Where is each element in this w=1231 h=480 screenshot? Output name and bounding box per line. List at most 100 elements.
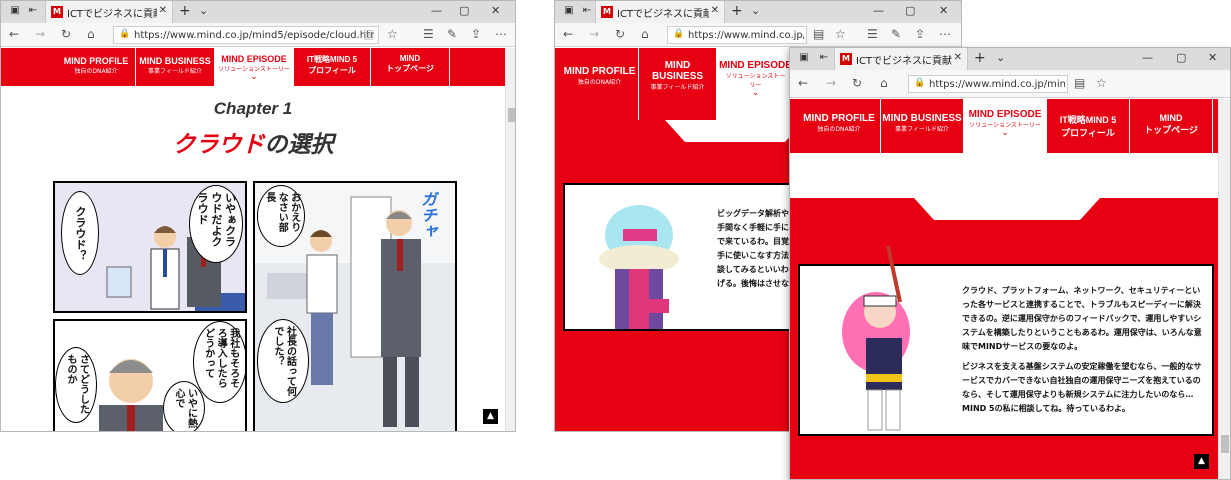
address-bar[interactable]: 🔒 https://www.mind.co.jp/mind5/episode/c… [113,26,379,44]
nav-mind-top[interactable]: MIND トップページ [1130,99,1213,153]
tab-preview-icon[interactable]: ▣ [7,4,23,18]
speech-bubble: 我社もそろそろ導入したらどうかって [193,321,245,403]
nav-mind-episode[interactable]: MIND EPISODE ソリューションストーリー ⌄ [215,48,294,86]
minimize-icon[interactable]: — [1142,51,1153,64]
scrollbar-thumb[interactable] [508,108,515,122]
reading-view-icon[interactable]: ▤ [1074,76,1085,90]
favorite-star-icon[interactable]: ☆ [1096,76,1107,90]
site-nav: MIND PROFILE 独自のDNA紹介 MIND BUSINESS 事業フィ… [1,48,505,86]
new-tab-icon[interactable]: + [974,50,986,66]
close-tab-icon[interactable]: ✕ [159,5,167,16]
address-toolbar: ← → ↻ ⌂ 🔒 https://www.mind.co.jp/mind5/e… [790,70,1230,98]
close-tab-icon[interactable]: ✕ [954,52,962,63]
back-icon[interactable]: ← [798,76,808,90]
nav-mind-profile[interactable]: MIND PROFILE 独自のDNA紹介 [561,48,639,120]
maximize-icon[interactable]: ▢ [459,4,469,17]
forward-icon[interactable]: → [589,27,599,41]
browser-window-1: ▣ ⇤ M ICTでビジネスに貢献。IT戦 ✕ + ⌄ — ▢ ✕ ← → ↻ … [0,0,516,432]
back-tabs-icon[interactable]: ⇤ [816,51,832,65]
browser-tab[interactable]: M ICTでビジネスに貢献。IT戦 ✕ [45,1,173,23]
band-notch [914,198,1100,220]
tab-title: ICTでビジネスに貢献。IT戦 [617,9,709,20]
favorite-star-icon[interactable]: ☆ [387,27,398,41]
close-window-icon[interactable]: ✕ [491,4,500,17]
browser-tab[interactable]: M ICTでビジネスに貢献。IT戦 ✕ [595,1,725,23]
notes-pen-icon[interactable]: ✎ [447,27,457,41]
share-icon[interactable]: ⇪ [471,27,481,41]
minimize-icon[interactable]: — [431,4,442,17]
nav-mind-business[interactable]: MIND BUSINESS 事業フィールド紹介 [136,48,215,86]
home-icon[interactable]: ⌂ [880,76,888,90]
chapter-title: クラウドの選択 [1,125,505,159]
nav-it5-profile[interactable]: IT戦略MIND 5 プロフィール [1047,99,1130,153]
nav-mind-profile[interactable]: MIND PROFILE 独自のDNA紹介 [57,48,136,86]
speech-bubble: いやぁクラウドだよクラウド [189,185,243,263]
page-scrollbar[interactable] [505,48,515,431]
lock-icon: 🔒 [673,29,685,39]
reading-view-icon[interactable]: ▤ [363,27,374,41]
more-icon[interactable]: ⋯ [939,27,951,41]
manga-panel-1: クラウド？ いやぁクラウドだよクラウド [53,181,247,313]
tab-preview-icon[interactable]: ▣ [561,4,577,18]
nav-mind-business[interactable]: MIND BUSINESS 事業フィールド紹介 [639,48,717,120]
favorites-hub-icon[interactable]: ☰ [867,27,878,41]
back-to-top-button[interactable]: ▲ [1194,454,1209,469]
tab-list-chevron-icon[interactable]: ⌄ [199,4,208,17]
nav-mind-episode[interactable]: MIND EPISODE ソリューションストーリー ⌄ [964,99,1047,153]
browser-window-3: ▣ ⇤ M ICTでビジネスに貢献。IT戦 ✕ + ⌄ — ▢ ✕ ← → ↻ … [789,47,1231,480]
favorites-hub-icon[interactable]: ☰ [423,27,434,41]
url-text: https://www.mind.co.jp/mind5/episode/clo… [134,30,374,41]
page-scrollbar[interactable] [1218,99,1230,479]
tab-list-chevron-icon[interactable]: ⌄ [996,51,1005,64]
back-icon[interactable]: ← [563,27,573,41]
tab-preview-icon[interactable]: ▣ [796,51,812,65]
speech-bubble: いやに熱心で [163,381,205,431]
address-bar[interactable]: 🔒 https://www.mind.co.jp/mind5/ [667,26,807,44]
refresh-icon[interactable]: ↻ [61,27,71,41]
notes-pen-icon[interactable]: ✎ [891,27,901,41]
sound-effect-text: ガチャ [418,191,437,239]
tab-bar: ▣ ⇤ M ICTでビジネスに貢献。IT戦 ✕ + ⌄ — ▢ ✕ [790,48,1230,70]
chapter-label: Chapter 1 [213,99,293,118]
tab-list-chevron-icon[interactable]: ⌄ [751,4,760,17]
back-icon[interactable]: ← [9,27,19,41]
chapter-title-highlight: クラウド [172,132,265,158]
nav-mind-top[interactable]: MIND トップページ [371,48,450,86]
nav-mind-profile[interactable]: MIND PROFILE 独自のDNA紹介 [798,99,881,153]
share-icon[interactable]: ⇪ [915,27,925,41]
refresh-icon[interactable]: ↻ [852,76,862,90]
nav-it5-profile[interactable]: IT戦略MIND 5 プロフィール [294,48,371,86]
more-icon[interactable]: ⋯ [495,27,507,41]
home-icon[interactable]: ⌂ [87,27,95,41]
new-tab-icon[interactable]: + [179,3,191,19]
browser-tab[interactable]: M ICTでビジネスに貢献。IT戦 ✕ [834,48,968,70]
back-to-top-button[interactable]: ▲ [483,409,498,424]
minimize-icon[interactable]: — [873,4,884,17]
maximize-icon[interactable]: ▢ [1176,51,1186,64]
refresh-icon[interactable]: ↻ [615,27,625,41]
address-toolbar: ← → ↻ ⌂ 🔒 https://www.mind.co.jp/mind5/ … [555,23,961,47]
back-tabs-icon[interactable]: ⇤ [579,4,595,18]
forward-icon[interactable]: → [35,27,45,41]
home-icon[interactable]: ⌂ [641,27,649,41]
reading-view-icon[interactable]: ▤ [813,27,824,41]
favorite-star-icon[interactable]: ☆ [835,27,846,41]
active-caret-icon: ⌄ [1001,128,1009,138]
active-caret-icon: ⌄ [250,72,258,82]
close-window-icon[interactable]: ✕ [939,4,948,17]
forward-icon[interactable]: → [826,76,836,90]
site-favicon: M [51,6,63,18]
nav-mind-episode[interactable]: MIND EPISODE ソリューションストー リー ⌄ [717,48,795,120]
lock-icon: 🔒 [119,29,131,39]
chapter-title-rest: の選択 [264,132,334,158]
story-text-2a: クラウド、プラットフォーム、ネットワーク、セキュリティーといった各サービスと連携… [962,286,1202,351]
close-window-icon[interactable]: ✕ [1208,51,1217,64]
address-bar[interactable]: 🔒 https://www.mind.co.jp/mind5/e [908,75,1068,93]
maximize-icon[interactable]: ▢ [905,4,915,17]
back-tabs-icon[interactable]: ⇤ [25,4,41,18]
scrollbar-thumb[interactable] [1221,435,1229,453]
nav-mind-business[interactable]: MIND BUSINESS 事業フィールド紹介 [881,99,964,153]
new-tab-icon[interactable]: + [731,3,743,19]
manga-panel-2: おかえりなさい部長 ガチャ 社長の話って何でした？ [253,181,457,431]
close-tab-icon[interactable]: ✕ [711,5,719,16]
